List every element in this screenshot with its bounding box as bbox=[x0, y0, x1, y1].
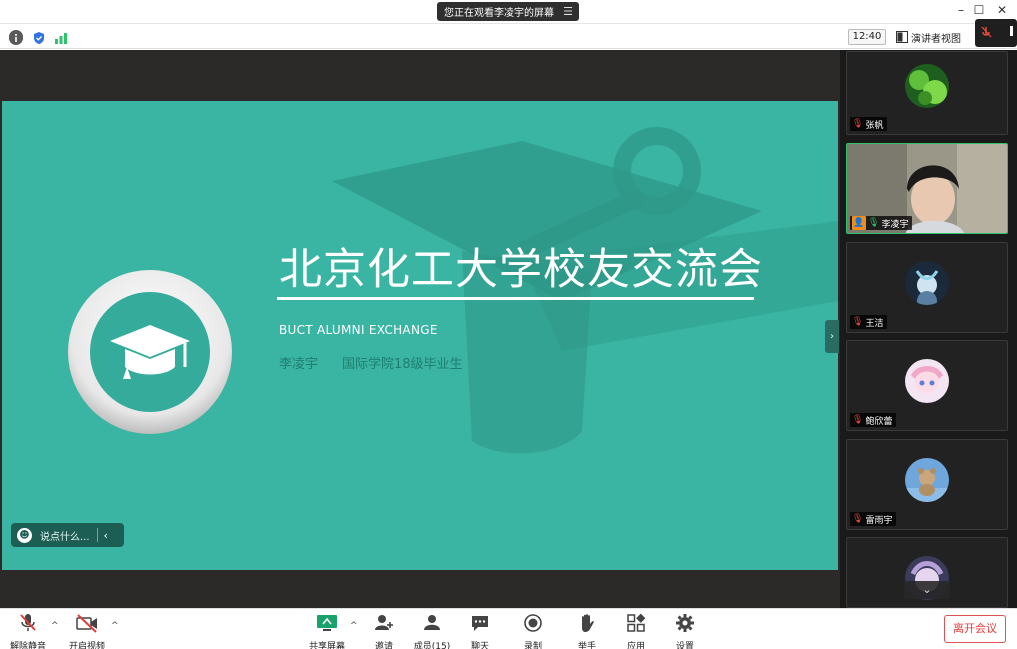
share-screen-label: 共享屏幕 bbox=[308, 642, 345, 649]
presentation-slide: 北京化工大学校友交流会 BUCT ALUMNI EXCHANGE 李凌宇 国际学… bbox=[2, 101, 838, 570]
apps-icon bbox=[608, 613, 664, 633]
settings-button[interactable]: 设置 bbox=[657, 611, 713, 649]
share-screen-button[interactable]: 共享屏幕 bbox=[299, 611, 355, 649]
chat-icon bbox=[452, 613, 508, 633]
meeting-clock: 12:40 bbox=[848, 29, 886, 45]
unmute-button[interactable]: 解除静音 bbox=[0, 611, 56, 649]
participant-name-label: 🎙 王洁 bbox=[850, 315, 888, 329]
title-bar: 您正在观看李凌宇的屏幕 ☰ – ☐ ✕ bbox=[0, 0, 1017, 24]
meeting-info-bar: 12:40 演讲者视图 bbox=[0, 25, 1017, 49]
collapse-gallery-handle[interactable]: › bbox=[825, 320, 839, 353]
layout-icon bbox=[896, 31, 908, 43]
participant-name-label: 🎙 鲍欣蕾 bbox=[850, 413, 897, 427]
self-view-thumbnail[interactable] bbox=[975, 19, 1017, 47]
chevron-up-icon[interactable]: ^ bbox=[111, 621, 119, 631]
record-label: 录制 bbox=[523, 642, 542, 649]
meeting-window: 您正在观看李凌宇的屏幕 ☰ – ☐ ✕ 12:40 演讲者视图 北京化工大学校友… bbox=[0, 0, 1017, 649]
chevron-down-icon[interactable]: ⌄ bbox=[904, 581, 950, 599]
participant-name: 雷雨宇 bbox=[865, 515, 893, 526]
participant-name-label: 👤 🎙 李凌宇 bbox=[850, 216, 913, 230]
info-icon[interactable] bbox=[9, 30, 23, 45]
muted-mic-icon: 🎙 bbox=[852, 317, 864, 327]
apps-label: 应用 bbox=[626, 642, 645, 649]
avatar bbox=[905, 64, 949, 108]
avatar bbox=[905, 261, 949, 305]
unmute-label: 解除静音 bbox=[9, 642, 46, 649]
graduation-cap-logo bbox=[68, 270, 232, 434]
participant-name-label: 🎙 雷雨宇 bbox=[850, 512, 897, 526]
record-icon bbox=[505, 613, 561, 633]
participant-tile[interactable]: 🎙 雷雨宇 bbox=[846, 439, 1008, 530]
muted-mic-icon bbox=[0, 613, 56, 633]
apps-button[interactable]: 应用 bbox=[608, 611, 664, 649]
muted-mic-icon: 🎙 bbox=[852, 119, 864, 129]
slide-presenter-name: 李凌宇 bbox=[279, 357, 319, 372]
avatar bbox=[905, 458, 949, 502]
start-video-button[interactable]: 开启视频 bbox=[59, 611, 115, 649]
participant-name: 鲍欣蕾 bbox=[865, 416, 893, 427]
participant-gallery[interactable]: 🎙 张帆 👤 🎙 李凌宇 🎙 王洁 🎙 鲍欣蕾 🎙 雷雨宇 ⌄ bbox=[840, 50, 1017, 608]
avatar bbox=[905, 359, 949, 403]
participant-tile[interactable]: 🎙 王洁 bbox=[846, 242, 1008, 333]
close-button[interactable]: ✕ bbox=[993, 3, 1011, 17]
video-off-icon bbox=[59, 613, 115, 633]
chevron-up-icon[interactable]: ^ bbox=[51, 621, 59, 631]
start-video-label: 开启视频 bbox=[68, 642, 105, 649]
speaker-view-button[interactable]: 演讲者视图 bbox=[896, 28, 974, 46]
raise-hand-label: 举手 bbox=[577, 642, 596, 649]
host-icon: 👤 bbox=[852, 216, 866, 230]
record-button[interactable]: 录制 bbox=[505, 611, 561, 649]
participant-tile-active-speaker[interactable]: 👤 🎙 李凌宇 bbox=[846, 143, 1008, 234]
shield-icon[interactable] bbox=[32, 30, 46, 44]
participant-name-label: 🎙 张帆 bbox=[850, 117, 888, 131]
emoji-icon[interactable]: ☻ bbox=[17, 527, 32, 543]
share-notice-text: 您正在观看李凌宇的屏幕 bbox=[444, 8, 554, 19]
screen-share-notice[interactable]: 您正在观看李凌宇的屏幕 ☰ bbox=[437, 2, 579, 21]
share-screen-icon bbox=[299, 613, 355, 633]
hand-icon bbox=[559, 613, 615, 633]
raise-hand-button[interactable]: 举手 bbox=[559, 611, 615, 649]
leave-meeting-button[interactable]: 离开会议 bbox=[944, 615, 1006, 643]
slide-title-divider bbox=[277, 297, 754, 300]
participant-name: 王洁 bbox=[865, 318, 884, 329]
mic-icon: 🎙 bbox=[868, 218, 880, 228]
participant-name: 李凌宇 bbox=[881, 219, 909, 230]
slide-presenter-department: 国际学院18级毕业生 bbox=[342, 357, 463, 372]
speaker-view-label: 演讲者视图 bbox=[911, 33, 961, 45]
quick-chat-bar[interactable]: ☻ 说点什么... ‹ bbox=[11, 523, 124, 547]
muted-mic-icon: 🎙 bbox=[852, 415, 864, 425]
gear-icon bbox=[657, 613, 713, 633]
participant-tile[interactable]: 🎙 张帆 bbox=[846, 51, 1008, 135]
muted-mic-icon: 🎙 bbox=[852, 514, 864, 524]
chevron-left-icon[interactable]: ‹ bbox=[104, 529, 108, 542]
minimize-button[interactable]: – bbox=[952, 3, 970, 17]
maximize-button[interactable]: ☐ bbox=[970, 3, 988, 17]
menu-icon[interactable]: ☰ bbox=[563, 5, 573, 18]
participant-name: 张帆 bbox=[865, 120, 884, 131]
quick-chat-placeholder[interactable]: 说点什么... bbox=[40, 528, 90, 543]
slide-subtitle: BUCT ALUMNI EXCHANGE bbox=[279, 323, 438, 337]
divider bbox=[96, 528, 98, 542]
settings-label: 设置 bbox=[675, 642, 694, 649]
slide-title: 北京化工大学校友交流会 bbox=[279, 245, 763, 295]
chat-label: 聊天 bbox=[470, 642, 489, 649]
meeting-controls-bar: 解除静音 ^ 开启视频 ^ 共享屏幕 ^ 邀请 成员(15) 聊天 录制 举手 … bbox=[0, 608, 1017, 649]
participant-tile[interactable]: 🎙 鲍欣蕾 bbox=[846, 340, 1008, 431]
signal-strength-icon[interactable] bbox=[54, 30, 68, 44]
chat-button[interactable]: 聊天 bbox=[452, 611, 508, 649]
